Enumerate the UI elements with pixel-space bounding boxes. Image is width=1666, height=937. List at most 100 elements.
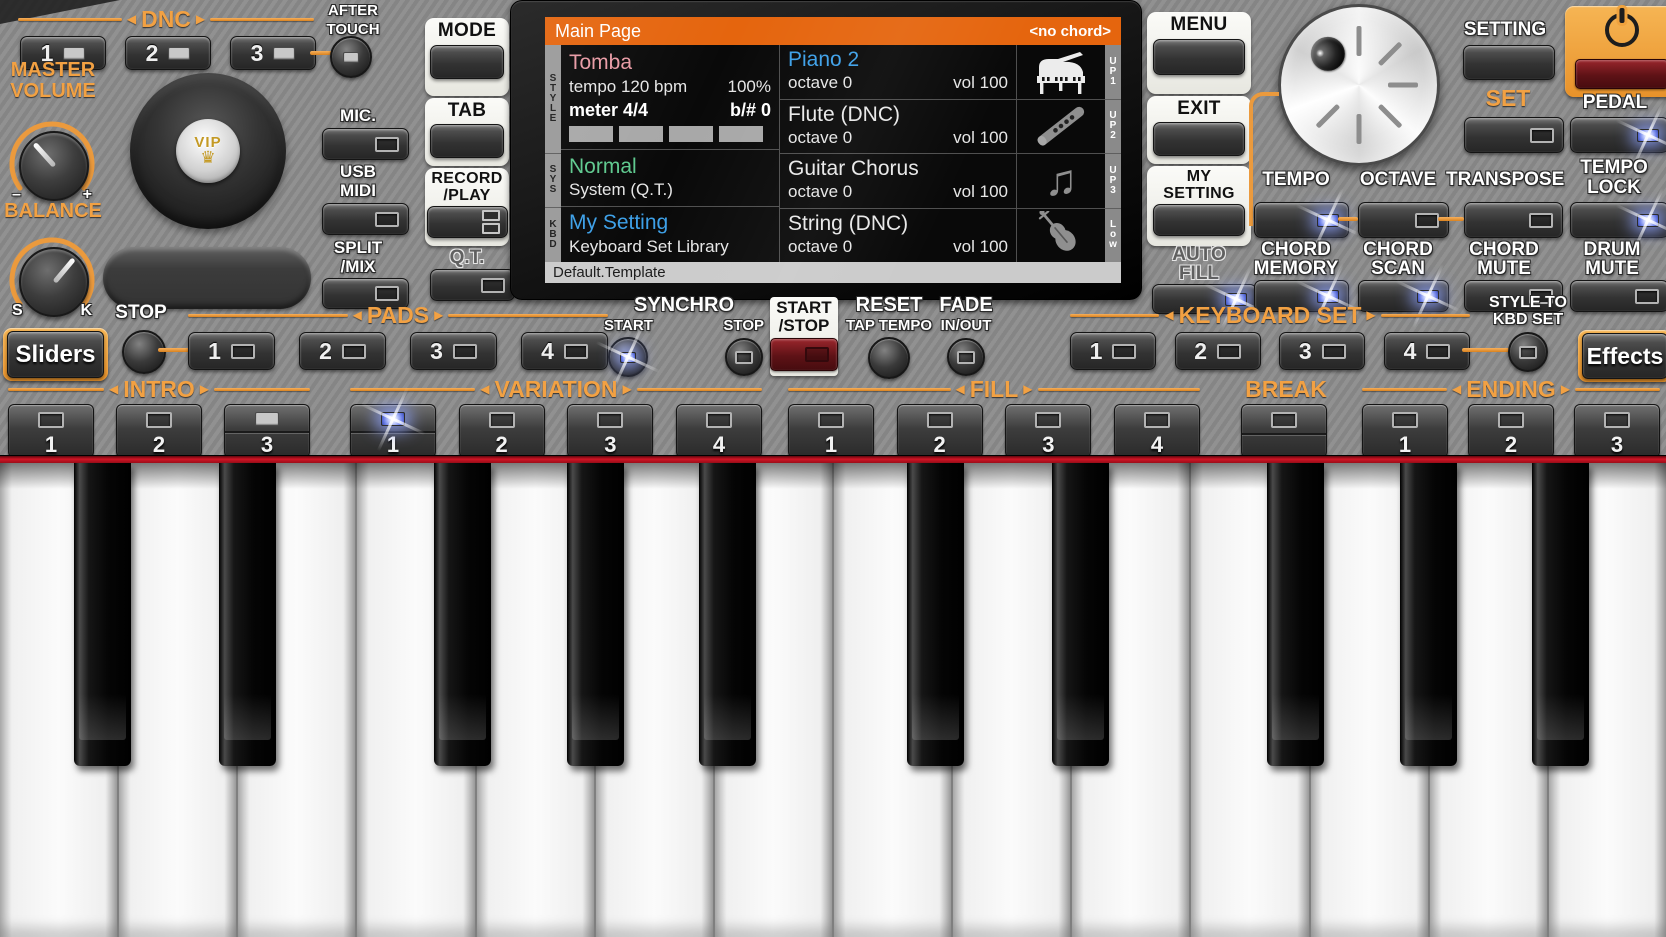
keyboard-set-button-1[interactable]: 1 — [1070, 332, 1156, 370]
sliders-button[interactable]: Sliders — [7, 331, 104, 378]
data-dial[interactable] — [1278, 4, 1440, 166]
synchro-start-label: START — [604, 317, 653, 334]
ending-button-3[interactable]: 3 — [1574, 404, 1660, 458]
exit-button[interactable] — [1153, 122, 1245, 156]
variation-button-1[interactable]: 1 — [350, 404, 436, 458]
sys-cell[interactable]: Normal System (Q.T.) — [561, 150, 779, 207]
start-stop-label: /STOP — [779, 317, 830, 335]
stop-button[interactable] — [122, 330, 166, 374]
power-button[interactable] — [1565, 6, 1666, 97]
fill-button-4[interactable]: 4 — [1114, 404, 1200, 458]
intro-button-1[interactable]: 1 — [8, 404, 94, 458]
track-name-cell[interactable]: Guitar Chorusoctave 0vol 100 — [780, 154, 1017, 208]
pads-button-4[interactable]: 4 — [521, 332, 608, 370]
variation-button-2[interactable]: 2 — [459, 404, 545, 458]
intro-button-2[interactable]: 2 — [116, 404, 202, 458]
mode-button[interactable] — [430, 45, 504, 79]
tempo-lock-button[interactable] — [1570, 202, 1666, 238]
pads-button-3[interactable]: 3 — [410, 332, 497, 370]
black-key[interactable] — [567, 463, 624, 766]
effects-frame: Effects — [1578, 330, 1666, 382]
pads-button-1[interactable]: 1 — [188, 332, 275, 370]
tempo-button[interactable] — [1254, 202, 1349, 238]
synchro-stop-button[interactable] — [725, 338, 763, 376]
dnc-button-2[interactable]: 2 — [125, 36, 211, 70]
led-indicator — [818, 412, 844, 428]
lcd-track-row[interactable]: String (DNC)octave 0vol 100 — [780, 209, 1105, 263]
track-name-cell[interactable]: String (DNC)octave 0vol 100 — [780, 209, 1017, 263]
kbd-set-name: My Setting — [569, 211, 771, 235]
tab-button[interactable] — [430, 124, 504, 158]
setting-button[interactable] — [1463, 45, 1555, 80]
qt-button[interactable] — [430, 269, 515, 301]
octave-button[interactable] — [1358, 202, 1449, 238]
record-play-button[interactable] — [427, 206, 508, 238]
led-indicator — [1417, 290, 1439, 303]
set-button[interactable] — [1464, 117, 1564, 153]
lcd-footer: Default.Template — [545, 262, 1121, 283]
black-key[interactable] — [699, 463, 756, 766]
start-stop-button[interactable] — [770, 338, 838, 371]
button-number: 4 — [713, 433, 725, 457]
style-cell[interactable]: Tomba tempo 120 bpm100% meter 4/4b/# 0 — [561, 45, 779, 150]
led-indicator — [1271, 412, 1297, 428]
master-volume-knob[interactable]: – + — [2, 106, 102, 206]
led-indicator — [927, 412, 953, 428]
after-touch-label: AFTERTOUCH — [305, 1, 401, 39]
keyboard-felt-strip — [0, 455, 1666, 463]
track-name-cell[interactable]: Flute (DNC)octave 0vol 100 — [780, 100, 1017, 154]
fill-button-3[interactable]: 3 — [1005, 404, 1091, 458]
sys-name: Normal — [569, 155, 771, 179]
lcd-track-row[interactable]: Piano 2octave 0vol 100 — [780, 45, 1105, 100]
break-button[interactable] — [1241, 404, 1327, 458]
variation-button-3[interactable]: 3 — [567, 404, 653, 458]
my-setting-button[interactable] — [1153, 204, 1245, 236]
sys-side-label: SYS — [545, 154, 561, 209]
pedal-button[interactable] — [1570, 117, 1666, 153]
led-indicator — [375, 212, 399, 227]
reset-tap-tempo-button[interactable] — [868, 337, 910, 379]
tempo-lock-label: TEMPOLOCK — [1568, 158, 1660, 198]
lcd-track-row[interactable]: Guitar Chorusoctave 0vol 100♫ — [780, 154, 1105, 209]
fill-button-2[interactable]: 2 — [897, 404, 983, 458]
fade-in-out-button[interactable] — [947, 338, 985, 376]
kbd-cell[interactable]: My Setting Keyboard Set Library — [561, 207, 779, 263]
black-key[interactable] — [1267, 463, 1324, 766]
after-touch-knob[interactable] — [330, 36, 372, 78]
keyboard-set-button-2[interactable]: 2 — [1175, 332, 1261, 370]
balance-knob[interactable]: S K — [2, 222, 102, 322]
black-key[interactable] — [907, 463, 964, 766]
black-key[interactable] — [1052, 463, 1109, 766]
menu-button[interactable] — [1153, 39, 1245, 75]
ending-button-2[interactable]: 2 — [1468, 404, 1554, 458]
power-switch[interactable] — [1575, 59, 1666, 89]
mic-label: MIC. — [318, 106, 398, 126]
violin-icon — [1017, 209, 1105, 263]
dnc-button-3[interactable]: 3 — [230, 36, 316, 70]
lcd-track-row[interactable]: Flute (DNC)octave 0vol 100 — [780, 100, 1105, 155]
black-key[interactable] — [74, 463, 131, 766]
drum-mute-button[interactable] — [1570, 280, 1666, 312]
ending-button-1[interactable]: 1 — [1362, 404, 1448, 458]
track-name-cell[interactable]: Piano 2octave 0vol 100 — [780, 45, 1017, 99]
break-header: BREAK — [1241, 376, 1331, 402]
led-indicator — [1637, 129, 1659, 142]
keyboard-set-button-4[interactable]: 4 — [1384, 332, 1470, 370]
intro-button-3[interactable]: 3 — [224, 404, 310, 458]
pitch-ribbon[interactable] — [103, 247, 311, 309]
keyboard-set-button-3[interactable]: 3 — [1279, 332, 1365, 370]
black-key[interactable] — [434, 463, 491, 766]
style-to-kbd-button[interactable] — [1508, 332, 1548, 372]
transpose-button[interactable] — [1464, 202, 1563, 238]
effects-button[interactable]: Effects — [1582, 333, 1666, 379]
variation-button-4[interactable]: 4 — [676, 404, 762, 458]
black-key[interactable] — [219, 463, 276, 766]
pads-button-2[interactable]: 2 — [299, 332, 386, 370]
fill-button-1[interactable]: 1 — [788, 404, 874, 458]
button-number: 2 — [1194, 338, 1207, 365]
mic-button[interactable] — [322, 128, 409, 160]
usb-midi-button[interactable] — [322, 203, 409, 235]
black-key[interactable] — [1532, 463, 1589, 766]
synchro-start-button[interactable] — [608, 337, 648, 377]
black-key[interactable] — [1400, 463, 1457, 766]
